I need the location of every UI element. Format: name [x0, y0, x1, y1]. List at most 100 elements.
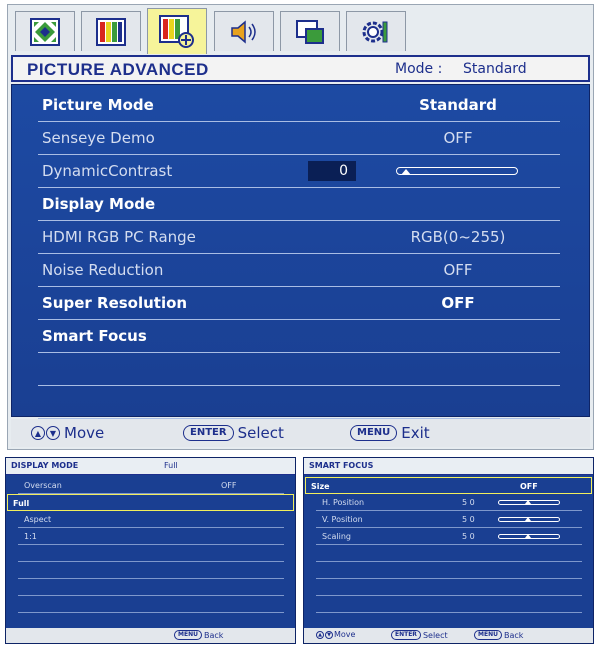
slider-knob[interactable]: [401, 169, 411, 175]
option-value: 5 0: [462, 532, 475, 541]
option-value: 5 0: [462, 498, 475, 507]
row-label: Noise Reduction: [42, 261, 164, 279]
option-size[interactable]: Size OFF: [305, 477, 592, 494]
option-scaling[interactable]: Scaling 5 0: [316, 528, 582, 545]
hint-move: ▲ ▼ Move: [31, 424, 104, 442]
row-smart-focus[interactable]: Smart Focus: [38, 320, 560, 353]
slider-knob[interactable]: [525, 534, 531, 538]
row-label: Smart Focus: [42, 327, 147, 345]
row-empty: [38, 386, 560, 419]
row-dynamic-contrast[interactable]: DynamicContrast 0: [38, 155, 560, 188]
display-windows-icon: [296, 19, 324, 44]
option-label: Scaling: [322, 532, 351, 541]
row-label: Senseye Demo: [42, 129, 155, 147]
list-item: [316, 545, 582, 562]
mode-value: Standard: [463, 61, 527, 77]
list-item: [18, 562, 284, 579]
slider-knob[interactable]: [525, 500, 531, 504]
row-label: Picture Mode: [42, 96, 154, 114]
setup-gear-icon: [362, 21, 388, 42]
row-label: Display Mode: [42, 195, 156, 213]
row-value: OFF: [443, 261, 473, 279]
hint-back: MENU Back: [174, 630, 223, 640]
tab-picture-advanced[interactable]: [147, 8, 207, 54]
h-position-slider[interactable]: [498, 500, 560, 505]
smart-focus-panel: SMART FOCUS Size OFF H. Position 5 0 V. …: [303, 457, 594, 644]
hint-move-label: Move: [334, 630, 356, 639]
row-value: OFF: [443, 129, 473, 147]
display-mode-panel: DISPLAY MODE Full Overscan OFF Full Aspe…: [5, 457, 296, 644]
hint-exit-label: Exit: [401, 424, 430, 442]
picture-pattern-icon: [30, 17, 60, 46]
option-value: OFF: [520, 482, 538, 491]
row-value: Standard: [419, 96, 497, 114]
option-label: 1:1: [24, 532, 37, 541]
option-label: Size: [311, 482, 330, 491]
option-overscan[interactable]: Overscan OFF: [18, 477, 284, 494]
dynamic-contrast-slider[interactable]: [396, 167, 518, 175]
submenu-title: SMART FOCUS: [309, 461, 374, 470]
picture-advanced-icon: [159, 14, 194, 48]
row-label: Super Resolution: [42, 294, 188, 312]
option-label: Overscan: [24, 481, 62, 490]
arrow-up-icon: ▲: [31, 426, 45, 440]
settings-list: Picture Mode Standard Senseye Demo OFF D…: [11, 84, 590, 419]
option-value: 5 0: [462, 515, 475, 524]
picture-advanced-panel: PICTURE ADVANCED Mode : Standard Picture…: [7, 4, 594, 450]
arrow-up-icon: ▲: [316, 630, 324, 639]
tab-color[interactable]: [81, 11, 141, 51]
option-1-1[interactable]: 1:1: [18, 528, 284, 545]
submenu-title: DISPLAY MODE: [11, 461, 79, 470]
hint-select: ENTER Select: [183, 424, 284, 442]
list-item: [316, 562, 582, 579]
tab-audio[interactable]: [214, 11, 274, 51]
list-item: [18, 596, 284, 613]
hint-back-label: Back: [503, 630, 524, 640]
hint-move-label: Move: [64, 424, 105, 442]
v-position-slider[interactable]: [498, 517, 560, 522]
row-picture-mode[interactable]: Picture Mode Standard: [38, 89, 560, 122]
color-bars-icon: [96, 17, 126, 46]
scaling-slider[interactable]: [498, 534, 560, 539]
hint-select: ENTER Select: [391, 630, 448, 640]
tab-picture[interactable]: [15, 11, 75, 51]
row-empty: [38, 353, 560, 386]
page-title: PICTURE ADVANCED: [27, 60, 209, 79]
menu-key-icon: MENU: [174, 630, 202, 640]
arrow-down-icon: ▼: [46, 426, 60, 440]
menu-key-icon: MENU: [350, 425, 398, 441]
row-label: DynamicContrast: [42, 162, 173, 180]
list-item: [18, 579, 284, 596]
row-value: RGB(0~255): [410, 228, 506, 246]
mode-label: Mode :: [395, 61, 443, 77]
list-item: [316, 579, 582, 596]
menu-key-icon: MENU: [474, 630, 502, 640]
submenu-footer: MENU Back: [6, 628, 295, 643]
menu-footer: ▲ ▼ Move ENTER Select MENU Exit: [11, 419, 590, 447]
row-display-mode[interactable]: Display Mode: [38, 188, 560, 221]
option-aspect[interactable]: Aspect: [18, 511, 284, 528]
option-v-position[interactable]: V. Position 5 0: [316, 511, 582, 528]
hint-exit: MENU Exit: [350, 424, 430, 442]
row-senseye-demo[interactable]: Senseye Demo OFF: [38, 122, 560, 155]
tab-setup[interactable]: [346, 11, 406, 51]
arrow-down-icon: ▼: [325, 630, 333, 639]
hint-back-label: Back: [203, 630, 224, 640]
option-label: Aspect: [24, 515, 52, 524]
option-h-position[interactable]: H. Position 5 0: [316, 494, 582, 511]
list-item: [18, 545, 284, 562]
submenu-current-value: Full: [164, 461, 178, 470]
row-noise-reduction[interactable]: Noise Reduction OFF: [38, 254, 560, 287]
row-value: OFF: [441, 294, 475, 312]
slider-knob[interactable]: [525, 517, 531, 521]
submenu-footer: ▲ ▼ Move ENTER Select MENU Back: [304, 628, 593, 643]
row-hdmi-rgb-range[interactable]: HDMI RGB PC Range RGB(0~255): [38, 221, 560, 254]
hint-move: ▲ ▼ Move: [316, 630, 355, 639]
row-super-resolution[interactable]: Super Resolution OFF: [38, 287, 560, 320]
tab-display[interactable]: [280, 11, 340, 51]
enter-key-icon: ENTER: [183, 425, 234, 441]
hint-back: MENU Back: [474, 630, 523, 640]
option-full[interactable]: Full: [7, 494, 294, 511]
list-item: [316, 596, 582, 613]
enter-key-icon: ENTER: [391, 630, 421, 640]
